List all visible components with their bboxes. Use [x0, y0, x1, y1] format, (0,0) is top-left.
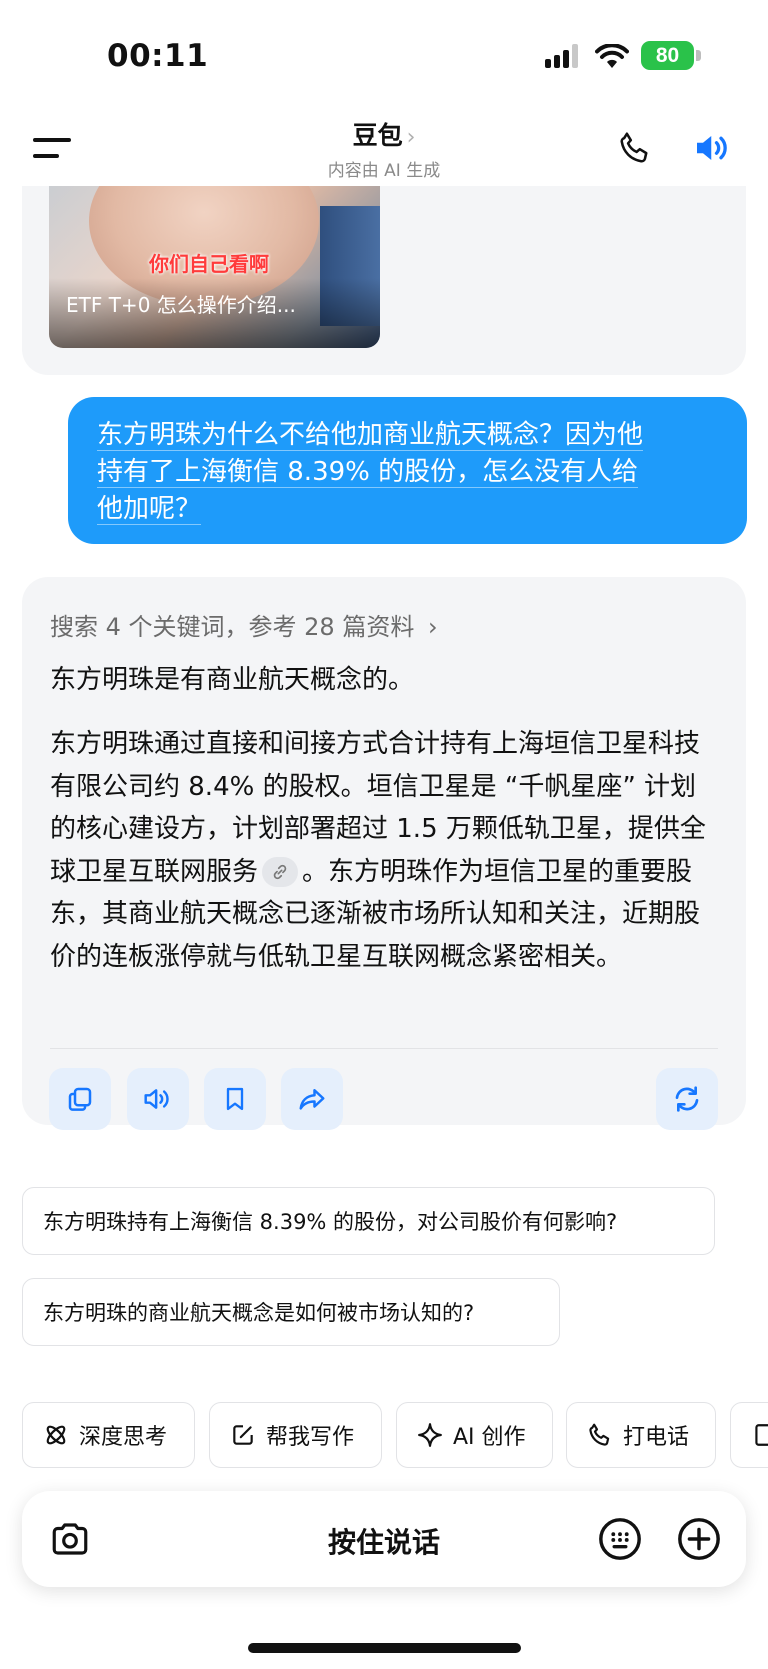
user-message-bubble[interactable]: 东方明珠为什么不给他加商业航天概念？因为他 持有了上海衡信 8.39% 的股份，…	[68, 397, 747, 544]
cellular-signal-icon	[545, 44, 583, 68]
input-bar: 按住说话	[22, 1491, 746, 1587]
chip-ai-create[interactable]: AI 创作	[396, 1402, 553, 1468]
divider	[50, 1048, 718, 1049]
answer-paragraph: 东方明珠通过直接和间接方式合计持有上海垣信卫星科技有限公司约 8.4% 的股权。…	[50, 723, 720, 978]
search-summary: 搜索 4 个关键词，参考 28 篇资料	[50, 613, 415, 641]
quick-actions-bar[interactable]: 深度思考 帮我写作 AI 创作 打电话	[22, 1402, 768, 1468]
status-bar: 00:11 80	[0, 0, 768, 110]
chip-write[interactable]: 帮我写作	[209, 1402, 382, 1468]
add-icon[interactable]	[676, 1516, 722, 1562]
chip-label: 帮我写作	[266, 1425, 355, 1450]
bot-name: 豆包	[352, 121, 403, 150]
home-indicator[interactable]	[248, 1643, 521, 1653]
status-time: 00:11	[107, 38, 209, 74]
user-message-line: 东方明珠为什么不给他加商业航天概念？因为他	[97, 420, 644, 451]
chip-deep-think[interactable]: 深度思考	[22, 1402, 195, 1468]
phone-call-icon[interactable]	[617, 130, 653, 166]
user-message-line: 他加呢？	[97, 494, 202, 525]
bookmark-button[interactable]	[204, 1068, 266, 1130]
read-aloud-icon	[144, 1089, 169, 1109]
suggested-question[interactable]: 东方明珠的商业航天概念是如何被市场认知的?	[22, 1278, 560, 1346]
speaker-icon[interactable]	[692, 130, 732, 166]
copy-icon	[68, 1087, 92, 1111]
ai-disclaimer: 内容由 AI 生成	[327, 161, 441, 181]
chat-header: 豆包 › 内容由 AI 生成	[0, 110, 768, 186]
battery-tip	[696, 50, 701, 61]
video-card[interactable]: 你们自己看啊 ETF T+0 怎么操作介绍...	[49, 176, 380, 348]
chevron-right-icon: ›	[406, 125, 416, 150]
bookmark-icon	[226, 1087, 244, 1111]
battery-icon: 80	[641, 41, 694, 70]
reference-link-icon[interactable]	[262, 857, 299, 887]
suggested-question[interactable]: 东方明珠持有上海衡信 8.39% 的股份，对公司股价有何影响?	[22, 1187, 715, 1255]
menu-icon[interactable]	[33, 135, 71, 161]
keyboard-icon[interactable]	[597, 1516, 643, 1562]
document-icon	[755, 1424, 768, 1446]
copy-button[interactable]	[49, 1068, 111, 1130]
search-references-link[interactable]: 搜索 4 个关键词，参考 28 篇资料 ›	[50, 607, 438, 642]
ai-answer-card: 搜索 4 个关键词，参考 28 篇资料 › 东方明珠是有商业航天概念的。 东方明…	[22, 577, 746, 1130]
phone-icon	[589, 1423, 610, 1446]
answer-paragraph: 东方明珠是有商业航天概念的。	[50, 665, 415, 695]
wifi-icon	[595, 44, 629, 68]
chip-label: AI 创作	[453, 1425, 526, 1450]
chip-more[interactable]	[730, 1402, 768, 1468]
sparkle-icon	[418, 1423, 442, 1447]
video-overlay-text: 你们自己看啊	[149, 252, 269, 276]
video-title: ETF T+0 怎么操作介绍...	[66, 293, 296, 317]
chip-phone-call[interactable]: 打电话	[566, 1402, 716, 1468]
user-message-line: 持有了上海衡信 8.39% 的股份，怎么没有人给	[97, 457, 639, 488]
chip-label: 深度思考	[79, 1425, 168, 1450]
read-aloud-button[interactable]	[127, 1068, 189, 1130]
regenerate-icon	[675, 1086, 699, 1112]
edit-icon	[233, 1425, 253, 1445]
regenerate-button[interactable]	[656, 1068, 718, 1130]
chevron-right-icon: ›	[427, 613, 438, 641]
bot-title[interactable]: 豆包 › 内容由 AI 生成	[284, 116, 484, 181]
share-button[interactable]	[281, 1068, 343, 1130]
share-icon	[299, 1089, 325, 1110]
chip-label: 打电话	[623, 1425, 690, 1450]
atom-icon	[46, 1425, 66, 1445]
